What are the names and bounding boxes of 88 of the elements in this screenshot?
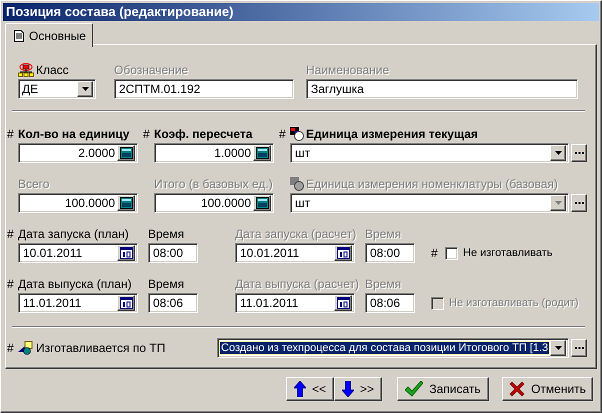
dropdown-button[interactable]: [550, 145, 566, 161]
time-field[interactable]: 08:06: [148, 293, 198, 313]
required-mark: #: [7, 341, 15, 355]
field-label: Время: [365, 226, 402, 240]
time-field[interactable]: 08:00: [365, 243, 415, 263]
required-mark: #: [7, 126, 15, 140]
date-field[interactable]: 10.01.2011: [235, 243, 355, 263]
calendar-icon: [120, 297, 132, 309]
shapes-icon: [18, 341, 34, 355]
calendar-button[interactable]: [117, 245, 135, 261]
calculator-button[interactable]: [253, 195, 271, 211]
required-mark: #: [7, 226, 15, 240]
arrow-down-icon: [342, 381, 354, 397]
calendar-icon: [336, 297, 350, 309]
save-button[interactable]: Записать: [397, 377, 489, 401]
caret-icon: [554, 346, 562, 350]
color-squares-icon: [290, 176, 304, 190]
unit-dropdown[interactable]: шт: [290, 193, 569, 213]
dropdown-button[interactable]: [77, 81, 93, 97]
field-label: Обозначение: [114, 62, 188, 76]
checkbox-label: Не изготавливать: [463, 247, 553, 259]
calculator-icon: [256, 147, 268, 159]
unit-dropdown[interactable]: шт: [290, 143, 569, 163]
field-label: Время: [148, 226, 184, 240]
required-mark: #: [7, 276, 15, 290]
field-label: Кол-во на единицу: [18, 126, 130, 140]
calendar-button[interactable]: [334, 245, 352, 261]
calendar-icon: [120, 247, 132, 259]
field-label: Дата выпуска (расчет): [235, 276, 360, 290]
number-field[interactable]: 1.0000: [154, 143, 274, 163]
caret-icon: [554, 151, 562, 155]
caret-icon: [82, 87, 88, 91]
field-label: Дата выпуска (план): [18, 276, 132, 290]
prev-button[interactable]: <<: [286, 377, 334, 401]
calculator-button[interactable]: [117, 195, 135, 211]
calendar-icon: [336, 247, 350, 259]
field-label: Изготавливается по ТП: [36, 341, 166, 355]
field-label: Единица измерения номенклатуры (базовая): [306, 176, 558, 190]
tab[interactable]: Основные: [5, 23, 93, 47]
arrow-up-icon: [294, 381, 306, 397]
checkbox-label: Не изготавливать (родит): [449, 297, 578, 309]
calculator-icon: [120, 197, 132, 209]
calculator-button[interactable]: [117, 145, 135, 161]
field-label: Коэф. пересчета: [154, 126, 252, 140]
class-dropdown[interactable]: ДЕ: [18, 79, 96, 99]
time-field[interactable]: 08:06: [365, 293, 415, 313]
text-field[interactable]: Заглушка: [306, 79, 578, 99]
field-label: Наименование: [306, 62, 390, 76]
field-label: Единица измерения текущая: [306, 126, 478, 140]
date-field[interactable]: 11.01.2011: [235, 293, 355, 313]
field-label: Дата запуска (план): [18, 226, 129, 240]
dropdown-button[interactable]: [550, 340, 566, 356]
checkbox[interactable]: [445, 246, 458, 260]
calculator-button[interactable]: [253, 145, 271, 161]
field-label: Итого (в базовых ед.): [154, 176, 273, 190]
calendar-button[interactable]: [334, 295, 352, 311]
date-field[interactable]: 11.01.2011: [18, 293, 138, 313]
cancel-button[interactable]: Отменить: [502, 377, 593, 401]
text-field[interactable]: 2СПТМ.01.192: [114, 79, 294, 99]
window-title: Позиция состава (редактирование): [3, 3, 599, 21]
time-field[interactable]: 08:00: [148, 243, 198, 263]
browse-button[interactable]: [571, 144, 587, 162]
date-field[interactable]: 10.01.2011: [18, 243, 138, 263]
process-dropdown[interactable]: Создано из техпроцесса для состава позиции Итогового ТП [1.3: [217, 338, 569, 358]
checkmark-icon: [405, 381, 424, 397]
number-field[interactable]: 100.0000: [154, 193, 274, 213]
cross-icon: [509, 381, 526, 397]
required-mark: #: [279, 126, 287, 140]
field-label: Время: [365, 276, 402, 290]
network-icon: [18, 62, 34, 76]
required-mark: #: [143, 126, 151, 140]
color-squares-icon: [290, 126, 304, 140]
field-label: Время: [148, 276, 184, 290]
caret-icon: [554, 201, 562, 205]
calendar-button[interactable]: [117, 295, 135, 311]
document-icon: [14, 30, 24, 42]
browse-button[interactable]: [571, 194, 587, 212]
browse-button[interactable]: [571, 339, 587, 357]
calculator-icon: [256, 197, 268, 209]
dropdown-button[interactable]: [550, 195, 566, 211]
field-label: Всего: [18, 176, 50, 190]
number-field[interactable]: 100.0000: [18, 193, 138, 213]
field-label: Дата запуска (расчет): [235, 226, 356, 240]
required-mark: #: [431, 246, 439, 260]
field-label: Класс: [36, 62, 69, 76]
calculator-icon: [120, 147, 132, 159]
number-field[interactable]: 2.0000: [18, 143, 138, 163]
next-button[interactable]: >>: [334, 377, 382, 401]
